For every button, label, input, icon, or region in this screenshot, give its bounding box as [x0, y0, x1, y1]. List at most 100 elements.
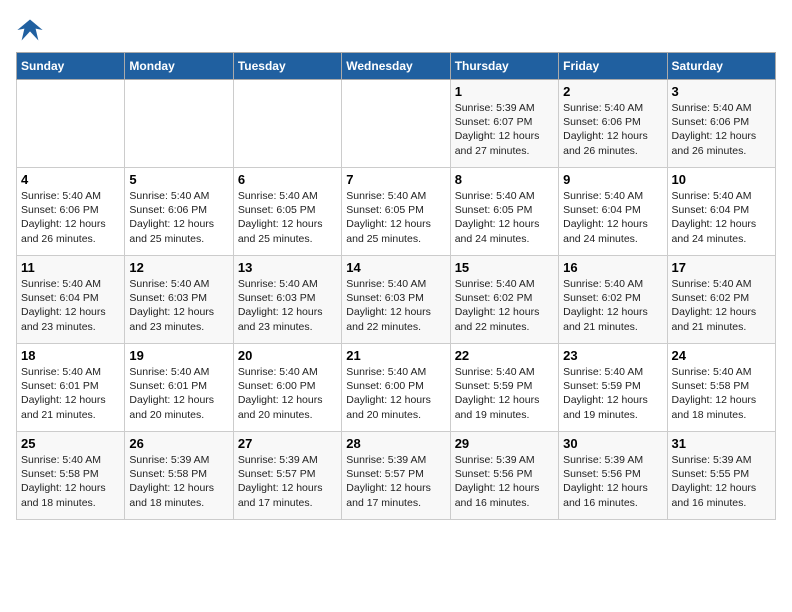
page-header [16, 16, 776, 44]
calendar-cell: 7Sunrise: 5:40 AM Sunset: 6:05 PM Daylig… [342, 168, 450, 256]
day-info: Sunrise: 5:40 AM Sunset: 6:00 PM Dayligh… [238, 365, 337, 422]
day-number: 23 [563, 348, 662, 363]
day-info: Sunrise: 5:40 AM Sunset: 6:06 PM Dayligh… [672, 101, 771, 158]
day-number: 21 [346, 348, 445, 363]
calendar-cell: 30 Sunrise: 5:39 AM Sunset: 5:56 PM Dayli… [559, 432, 667, 520]
day-info: Sunrise: 5:40 AM Sunset: 6:01 PM Dayligh… [21, 365, 120, 422]
calendar-cell: 26 Sunrise: 5:39 AM Sunset: 5:58 PM Dayli… [125, 432, 233, 520]
day-info: Sunrise: 5:40 AM Sunset: 6:03 PM Dayligh… [346, 277, 445, 334]
day-info: Sunrise: 5:40 AM Sunset: 6:06 PM Dayligh… [129, 189, 228, 246]
day-number: 18 [21, 348, 120, 363]
day-info: Sunrise: 5:40 AM Sunset: 6:04 PM Dayligh… [563, 189, 662, 246]
day-number: 25 [21, 436, 120, 451]
calendar-cell: 19 Sunrise: 5:40 AM Sunset: 6:01 PM Dayli… [125, 344, 233, 432]
calendar-cell: 6Sunrise: 5:40 AM Sunset: 6:05 PM Daylig… [233, 168, 341, 256]
day-number: 24 [672, 348, 771, 363]
calendar-week-row: 18 Sunrise: 5:40 AM Sunset: 6:01 PM Dayli… [17, 344, 776, 432]
calendar-cell [17, 80, 125, 168]
calendar-cell: 5 Sunrise: 5:40 AM Sunset: 6:06 PM Daylig… [125, 168, 233, 256]
calendar-week-row: 1 Sunrise: 5:39 AM Sunset: 6:07 PM Daylig… [17, 80, 776, 168]
calendar-cell: 21Sunrise: 5:40 AM Sunset: 6:00 PM Dayli… [342, 344, 450, 432]
day-number: 9 [563, 172, 662, 187]
day-info: Sunrise: 5:40 AM Sunset: 5:58 PM Dayligh… [21, 453, 120, 510]
day-info: Sunrise: 5:39 AM Sunset: 5:58 PM Dayligh… [129, 453, 228, 510]
day-number: 26 [129, 436, 228, 451]
calendar-table: SundayMondayTuesdayWednesdayThursdayFrid… [16, 52, 776, 520]
day-info: Sunrise: 5:40 AM Sunset: 6:04 PM Dayligh… [672, 189, 771, 246]
calendar-cell: 12 Sunrise: 5:40 AM Sunset: 6:03 PM Dayli… [125, 256, 233, 344]
day-number: 8 [455, 172, 554, 187]
calendar-cell: 18 Sunrise: 5:40 AM Sunset: 6:01 PM Dayli… [17, 344, 125, 432]
day-number: 20 [238, 348, 337, 363]
calendar-header-row: SundayMondayTuesdayWednesdayThursdayFrid… [17, 53, 776, 80]
day-info: Sunrise: 5:40 AM Sunset: 6:04 PM Dayligh… [21, 277, 120, 334]
calendar-cell: 17Sunrise: 5:40 AM Sunset: 6:02 PM Dayli… [667, 256, 775, 344]
day-number: 19 [129, 348, 228, 363]
day-number: 2 [563, 84, 662, 99]
day-number: 31 [672, 436, 771, 451]
calendar-week-row: 4Sunrise: 5:40 AM Sunset: 6:06 PM Daylig… [17, 168, 776, 256]
calendar-cell: 27Sunrise: 5:39 AM Sunset: 5:57 PM Dayli… [233, 432, 341, 520]
calendar-week-row: 25 Sunrise: 5:40 AM Sunset: 5:58 PM Dayli… [17, 432, 776, 520]
calendar-cell: 23 Sunrise: 5:40 AM Sunset: 5:59 PM Dayli… [559, 344, 667, 432]
day-info: Sunrise: 5:40 AM Sunset: 6:06 PM Dayligh… [563, 101, 662, 158]
day-number: 10 [672, 172, 771, 187]
day-info: Sunrise: 5:40 AM Sunset: 6:06 PM Dayligh… [21, 189, 120, 246]
day-info: Sunrise: 5:39 AM Sunset: 5:57 PM Dayligh… [346, 453, 445, 510]
day-info: Sunrise: 5:40 AM Sunset: 5:59 PM Dayligh… [563, 365, 662, 422]
day-info: Sunrise: 5:40 AM Sunset: 5:58 PM Dayligh… [672, 365, 771, 422]
weekday-header: Sunday [17, 53, 125, 80]
weekday-header: Thursday [450, 53, 558, 80]
calendar-cell: 14Sunrise: 5:40 AM Sunset: 6:03 PM Dayli… [342, 256, 450, 344]
calendar-cell: 13 Sunrise: 5:40 AM Sunset: 6:03 PM Dayli… [233, 256, 341, 344]
calendar-week-row: 11 Sunrise: 5:40 AM Sunset: 6:04 PM Dayli… [17, 256, 776, 344]
weekday-header: Monday [125, 53, 233, 80]
calendar-cell: 11 Sunrise: 5:40 AM Sunset: 6:04 PM Dayli… [17, 256, 125, 344]
day-number: 11 [21, 260, 120, 275]
day-info: Sunrise: 5:40 AM Sunset: 5:59 PM Dayligh… [455, 365, 554, 422]
day-number: 5 [129, 172, 228, 187]
calendar-cell: 31 Sunrise: 5:39 AM Sunset: 5:55 PM Dayli… [667, 432, 775, 520]
calendar-cell: 2 Sunrise: 5:40 AM Sunset: 6:06 PM Daylig… [559, 80, 667, 168]
calendar-cell: 9 Sunrise: 5:40 AM Sunset: 6:04 PM Daylig… [559, 168, 667, 256]
logo [16, 16, 48, 44]
day-number: 13 [238, 260, 337, 275]
calendar-cell [342, 80, 450, 168]
day-info: Sunrise: 5:39 AM Sunset: 5:55 PM Dayligh… [672, 453, 771, 510]
day-info: Sunrise: 5:39 AM Sunset: 6:07 PM Dayligh… [455, 101, 554, 158]
calendar-cell: 24 Sunrise: 5:40 AM Sunset: 5:58 PM Dayli… [667, 344, 775, 432]
calendar-cell: 10 Sunrise: 5:40 AM Sunset: 6:04 PM Dayli… [667, 168, 775, 256]
weekday-header: Tuesday [233, 53, 341, 80]
calendar-cell: 28 Sunrise: 5:39 AM Sunset: 5:57 PM Dayli… [342, 432, 450, 520]
day-number: 15 [455, 260, 554, 275]
day-number: 29 [455, 436, 554, 451]
day-info: Sunrise: 5:40 AM Sunset: 6:02 PM Dayligh… [455, 277, 554, 334]
calendar-cell: 8Sunrise: 5:40 AM Sunset: 6:05 PM Daylig… [450, 168, 558, 256]
calendar-cell [233, 80, 341, 168]
day-info: Sunrise: 5:40 AM Sunset: 6:03 PM Dayligh… [129, 277, 228, 334]
calendar-cell: 20 Sunrise: 5:40 AM Sunset: 6:00 PM Dayli… [233, 344, 341, 432]
logo-bird-icon [16, 16, 44, 44]
day-number: 12 [129, 260, 228, 275]
day-info: Sunrise: 5:39 AM Sunset: 5:56 PM Dayligh… [563, 453, 662, 510]
day-info: Sunrise: 5:40 AM Sunset: 6:03 PM Dayligh… [238, 277, 337, 334]
calendar-cell: 3Sunrise: 5:40 AM Sunset: 6:06 PM Daylig… [667, 80, 775, 168]
day-number: 22 [455, 348, 554, 363]
day-number: 6 [238, 172, 337, 187]
day-number: 1 [455, 84, 554, 99]
calendar-cell: 29 Sunrise: 5:39 AM Sunset: 5:56 PM Dayli… [450, 432, 558, 520]
calendar-cell: 1 Sunrise: 5:39 AM Sunset: 6:07 PM Daylig… [450, 80, 558, 168]
calendar-cell: 22 Sunrise: 5:40 AM Sunset: 5:59 PM Dayli… [450, 344, 558, 432]
day-number: 30 [563, 436, 662, 451]
day-number: 28 [346, 436, 445, 451]
calendar-cell: 16Sunrise: 5:40 AM Sunset: 6:02 PM Dayli… [559, 256, 667, 344]
weekday-header: Friday [559, 53, 667, 80]
weekday-header: Saturday [667, 53, 775, 80]
day-info: Sunrise: 5:40 AM Sunset: 6:02 PM Dayligh… [563, 277, 662, 334]
day-info: Sunrise: 5:39 AM Sunset: 5:56 PM Dayligh… [455, 453, 554, 510]
day-number: 17 [672, 260, 771, 275]
weekday-header: Wednesday [342, 53, 450, 80]
day-info: Sunrise: 5:40 AM Sunset: 6:01 PM Dayligh… [129, 365, 228, 422]
calendar-cell: 4Sunrise: 5:40 AM Sunset: 6:06 PM Daylig… [17, 168, 125, 256]
calendar-cell [125, 80, 233, 168]
